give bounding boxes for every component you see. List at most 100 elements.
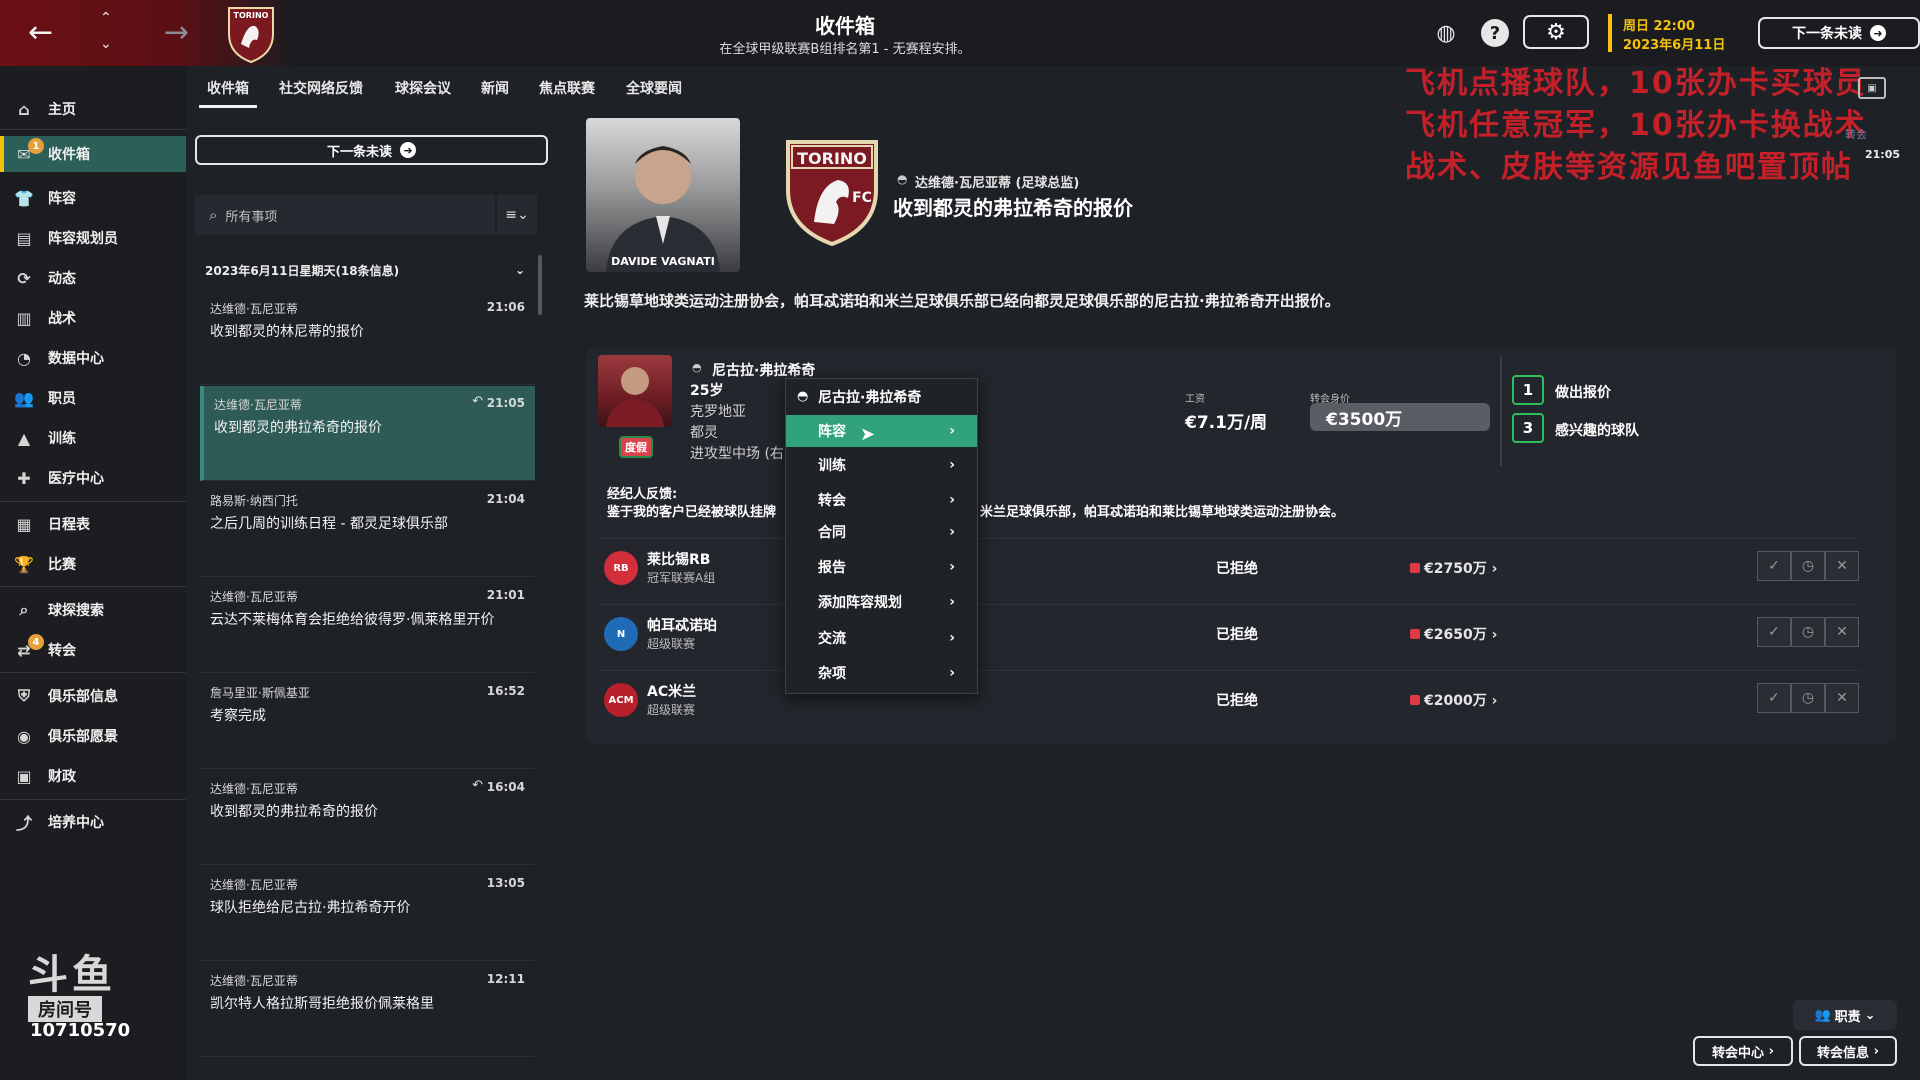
sidebar-item-home[interactable]: ⌂ 主页	[0, 91, 186, 127]
vision-icon: ◉	[17, 726, 31, 746]
accept-check-icon[interactable]: ✓	[1757, 551, 1791, 581]
transfer-info-button[interactable]: 转会信息 ›	[1799, 1036, 1897, 1066]
message-subject: 收到都灵的林尼蒂的报价	[210, 324, 364, 340]
clock-icon[interactable]: ◷	[1791, 551, 1825, 581]
interested-clubs-link[interactable]: 感兴趣的球队	[1555, 420, 1639, 440]
sidebar-item-medical[interactable]: ✚ 医疗中心	[0, 460, 186, 496]
sidebar-item-club-info[interactable]: ⛨ 俱乐部信息	[0, 678, 186, 714]
tab-world-news[interactable]: 全球要闻	[626, 78, 682, 98]
sidebar-item-label: 球探搜索	[48, 603, 104, 619]
trophy-icon: 🏆	[14, 554, 34, 574]
sidebar-item-transfers[interactable]: ⇄ 4 转会	[0, 632, 186, 668]
player-person-icon: ◓	[692, 361, 702, 374]
inbox-message[interactable]: 路易斯·纳西门托 21:04 之后几周的训练日程 - 都灵足球俱乐部	[200, 482, 535, 577]
tab-news[interactable]: 新闻	[481, 78, 509, 98]
message-sender: 詹马里亚·斯佩基亚	[210, 686, 310, 700]
fullscreen-icon[interactable]: ▣	[1858, 77, 1886, 99]
tab-inbox[interactable]: 收件箱	[199, 78, 257, 108]
menu-item-training[interactable]: 训练 ›	[786, 449, 977, 481]
continue-button[interactable]: 下一条未读 ➜	[1758, 17, 1920, 49]
message-time: 21:04	[486, 492, 525, 506]
menu-item-squad[interactable]: 阵容 ›	[786, 415, 977, 447]
reply-icon: ↶	[472, 778, 483, 793]
sender-photo[interactable]: DAVIDE VAGNATI	[586, 118, 740, 272]
date-group-header[interactable]: 2023年6月11日星期天(18条信息) ⌄	[195, 255, 535, 285]
next-unread-button[interactable]: 下一条未读 ➜	[195, 135, 548, 165]
inbox-message-selected[interactable]: 达维德·瓦尼亚蒂 ↶ 21:05 收到都灵的弗拉希奇的报价	[200, 386, 535, 481]
training-icon: ▲	[17, 428, 31, 448]
player-nation: 克罗地亚	[690, 404, 746, 420]
menu-item-report[interactable]: 报告 ›	[786, 551, 977, 583]
inbox-message[interactable]: 达维德·瓦尼亚蒂 21:06 收到都灵的林尼蒂的报价	[200, 290, 535, 385]
filter-menu-button[interactable]: ≡⌄	[497, 195, 537, 235]
tab-focus-league[interactable]: 焦点联赛	[539, 78, 595, 98]
accept-check-icon[interactable]: ✓	[1757, 617, 1791, 647]
player-name[interactable]: 尼古拉·弗拉希奇	[712, 360, 815, 380]
chevron-right-icon: ›	[949, 524, 955, 540]
interested-clubs-count[interactable]: 3	[1512, 413, 1544, 443]
development-icon: ⤴	[15, 814, 32, 833]
napoli-logo-icon: N	[604, 617, 638, 651]
menu-item-misc[interactable]: 杂项 ›	[786, 657, 977, 689]
sidebar-item-tactics[interactable]: ▥ 战术	[0, 300, 186, 336]
staff-responsibility-button[interactable]: 👥 职责 ⌄	[1793, 1000, 1897, 1030]
offer-fee[interactable]: €2000万 ›	[1410, 690, 1497, 710]
globe-icon[interactable]: ◍	[1432, 19, 1460, 47]
sidebar-item-development[interactable]: ⤴ 培养中心	[0, 804, 186, 840]
inbox-search-input[interactable]: ⌕ 所有事项	[195, 195, 495, 235]
player-photo[interactable]	[598, 355, 672, 427]
message-subject: 收到都灵的弗拉希奇的报价	[210, 804, 378, 820]
transfer-centre-button[interactable]: 转会中心 ›	[1693, 1036, 1793, 1066]
menu-item-transfer[interactable]: 转会 ›	[786, 484, 977, 516]
reject-x-icon[interactable]: ✕	[1825, 617, 1859, 647]
offer-status: 已拒绝	[1216, 627, 1258, 643]
tab-scouting-meeting[interactable]: 球探会议	[395, 78, 451, 98]
sidebar-item-inbox[interactable]: ✉ 1 收件箱	[0, 136, 186, 172]
room-label: 房间号	[28, 996, 102, 1022]
offer-club-name[interactable]: 莱比锡RB	[647, 549, 710, 569]
menu-item-add-squad-plan[interactable]: 添加阵容规划 ›	[786, 586, 977, 618]
sidebar-item-schedule[interactable]: ▦ 日程表	[0, 506, 186, 542]
sidebar-item-club-vision[interactable]: ◉ 俱乐部愿景	[0, 718, 186, 754]
sidebar-item-dynamics[interactable]: ⟳ 动态	[0, 260, 186, 296]
squad-icon: 👕	[14, 188, 34, 208]
menu-item-interaction[interactable]: 交流 ›	[786, 622, 977, 654]
inbox-message[interactable]: 詹马里亚·斯佩基亚 16:52 考察完成	[200, 674, 535, 769]
clock-icon[interactable]: ◷	[1791, 683, 1825, 713]
chevron-right-icon: ›	[949, 630, 955, 646]
accept-check-icon[interactable]: ✓	[1757, 683, 1791, 713]
inbox-message[interactable]: 达维德·瓦尼亚蒂 21:01 云达不莱梅体育会拒绝给彼得罗·佩莱格里开价	[200, 578, 535, 673]
offer-fee[interactable]: €2650万 ›	[1410, 624, 1497, 644]
sidebar-item-squad-planner[interactable]: ▤ 阵容规划员	[0, 220, 186, 256]
inbox-scrollbar[interactable]	[538, 255, 542, 315]
message-subject-title: 收到都灵的弗拉希奇的报价	[893, 196, 1133, 220]
help-icon[interactable]: ?	[1481, 19, 1509, 47]
make-offer-link[interactable]: 做出报价	[1555, 382, 1611, 402]
torino-crest-icon[interactable]: TORINO FC	[784, 136, 880, 248]
sidebar-item-label: 培养中心	[48, 815, 104, 831]
inbox-message[interactable]: 达维德·瓦尼亚蒂 13:05 球队拒绝给尼古拉·弗拉希奇开价	[200, 866, 535, 961]
sidebar-item-scouting[interactable]: ⌕ 球探搜索	[0, 592, 186, 628]
sidebar-item-staff[interactable]: 👥 职员	[0, 380, 186, 416]
inbox-message[interactable]: 达维德·瓦尼亚蒂 ↶ 16:04 收到都灵的弗拉希奇的报价	[200, 770, 535, 865]
reject-x-icon[interactable]: ✕	[1825, 683, 1859, 713]
sidebar-item-label: 训练	[48, 431, 76, 447]
reject-x-icon[interactable]: ✕	[1825, 551, 1859, 581]
inbox-message[interactable]: 达维德·瓦尼亚蒂 12:11 凯尔特人格拉斯哥拒绝报价佩莱格里	[200, 962, 535, 1057]
offer-club-name[interactable]: AC米兰	[647, 681, 696, 701]
clock-icon[interactable]: ◷	[1791, 617, 1825, 647]
offer-fee[interactable]: €2750万 ›	[1410, 558, 1497, 578]
menu-item-contract[interactable]: 合同 ›	[786, 516, 977, 548]
sidebar-item-competitions[interactable]: 🏆 比赛	[0, 546, 186, 582]
message-sender-name[interactable]: 达维德·瓦尼亚蒂 (足球总监)	[915, 172, 1079, 191]
sidebar-item-squad[interactable]: 👕 阵容	[0, 180, 186, 216]
tab-social-feed[interactable]: 社交网络反馈	[279, 78, 363, 98]
sidebar-item-finances[interactable]: ▣ 财政	[0, 758, 186, 794]
settings-button[interactable]: ⚙	[1523, 15, 1589, 49]
sidebar-item-data-hub[interactable]: ◔ 数据中心	[0, 340, 186, 376]
offer-club-name[interactable]: 帕耳忒诺珀	[647, 615, 717, 635]
make-offer-count[interactable]: 1	[1512, 375, 1544, 405]
message-time: 12:11	[486, 972, 525, 986]
sidebar-item-training[interactable]: ▲ 训练	[0, 420, 186, 456]
context-menu-player-name: 尼古拉·弗拉希奇	[818, 390, 922, 406]
